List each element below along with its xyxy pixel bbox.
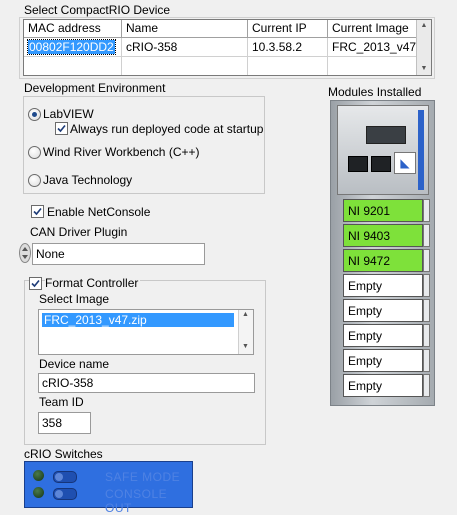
serial-port-icon	[366, 126, 406, 144]
device-name-label: Device name	[39, 357, 110, 371]
format-label[interactable]: Format Controller	[45, 276, 141, 290]
module-slot-7[interactable]: Empty	[343, 349, 423, 372]
controller-module: ◣	[337, 105, 429, 195]
cell-mac-text: 00802F120DD2	[27, 39, 116, 55]
updown-arrows-icon	[19, 243, 31, 263]
radio-wind-river[interactable]	[28, 146, 41, 159]
led-icon	[33, 487, 44, 498]
device-table[interactable]: MAC address Name Current IP Current Imag…	[23, 19, 432, 76]
netconsole-checkbox[interactable]	[31, 205, 44, 218]
cell-ip[interactable]: 10.3.58.2	[248, 38, 328, 57]
safe-mode-label: SAFE MODE	[105, 470, 181, 484]
scroll-up-icon[interactable]: ▲	[242, 311, 249, 318]
team-id-input[interactable]: 358	[38, 412, 91, 434]
ethernet-port-icon	[348, 156, 368, 172]
checkmark-icon	[57, 124, 66, 133]
module-slot-5[interactable]: Empty	[343, 299, 423, 322]
device-name-input[interactable]: cRIO-358	[38, 373, 255, 393]
module-slot-6[interactable]: Empty	[343, 324, 423, 347]
listbox-scrollbar[interactable]: ▲ ▼	[238, 310, 253, 354]
dev-env-title: Development Environment	[24, 81, 166, 95]
image-list-item[interactable]: FRC_2013_v47.zip	[42, 313, 234, 327]
scroll-up-icon[interactable]: ▲	[417, 20, 431, 32]
col-header-image[interactable]: Current Image	[328, 20, 423, 38]
module-slot-2[interactable]: NI 9403	[343, 224, 423, 247]
radio-labview[interactable]	[28, 108, 41, 121]
table-scrollbar[interactable]: ▲ ▼	[416, 20, 431, 75]
always-run-label[interactable]: Always run deployed code at startup	[70, 122, 263, 136]
checkmark-icon	[33, 207, 42, 216]
ethernet-port-icon	[371, 156, 391, 172]
can-driver-label: CAN Driver Plugin	[30, 225, 128, 239]
crio-chassis-image: ◣ NI 9201 NI 9403 NI 9472 Empty Empty Em…	[330, 100, 435, 406]
module-slot-8[interactable]: Empty	[343, 374, 423, 397]
module-slot-3[interactable]: NI 9472	[343, 249, 423, 272]
col-header-ip[interactable]: Current IP	[248, 20, 328, 38]
safe-mode-switch[interactable]	[53, 471, 77, 483]
module-slot-4[interactable]: Empty	[343, 274, 423, 297]
console-out-switch[interactable]	[53, 488, 77, 500]
console-out-label: CONSOLE OUT	[105, 487, 168, 515]
led-icon	[33, 470, 44, 481]
switch-panel: SAFE MODE CONSOLE OUT	[24, 461, 193, 515]
netconsole-label[interactable]: Enable NetConsole	[47, 205, 150, 219]
cell-image[interactable]: FRC_2013_v47	[328, 38, 423, 57]
labview-label[interactable]: LabVIEW	[43, 107, 94, 121]
select-image-label: Select Image	[39, 292, 110, 306]
cell-name[interactable]: cRIO-358	[122, 38, 248, 57]
scroll-down-icon[interactable]: ▼	[242, 343, 249, 350]
ring-stepper[interactable]	[19, 243, 31, 263]
always-run-checkbox[interactable]	[55, 122, 68, 135]
brand-stripe	[418, 110, 424, 190]
format-checkbox[interactable]	[29, 277, 42, 290]
team-id-label: Team ID	[39, 395, 84, 409]
modules-title: Modules Installed	[328, 85, 422, 99]
switches-title: cRIO Switches	[24, 447, 103, 461]
device-section-title: Select CompactRIO Device	[24, 3, 171, 17]
cell-mac[interactable]: 00802F120DD2	[24, 38, 122, 57]
checkmark-icon	[31, 279, 40, 288]
radio-java[interactable]	[28, 174, 41, 187]
col-header-name[interactable]: Name	[122, 20, 248, 38]
col-header-mac[interactable]: MAC address	[24, 20, 122, 38]
module-slot-1[interactable]: NI 9201	[343, 199, 423, 222]
wind-river-label[interactable]: Wind River Workbench (C++)	[43, 145, 200, 159]
java-label[interactable]: Java Technology	[43, 173, 132, 187]
can-driver-select[interactable]: None	[32, 243, 205, 265]
image-listbox[interactable]: FRC_2013_v47.zip ▲ ▼	[38, 309, 254, 355]
ni-logo-icon: ◣	[394, 152, 416, 174]
scroll-down-icon[interactable]: ▼	[417, 63, 431, 75]
